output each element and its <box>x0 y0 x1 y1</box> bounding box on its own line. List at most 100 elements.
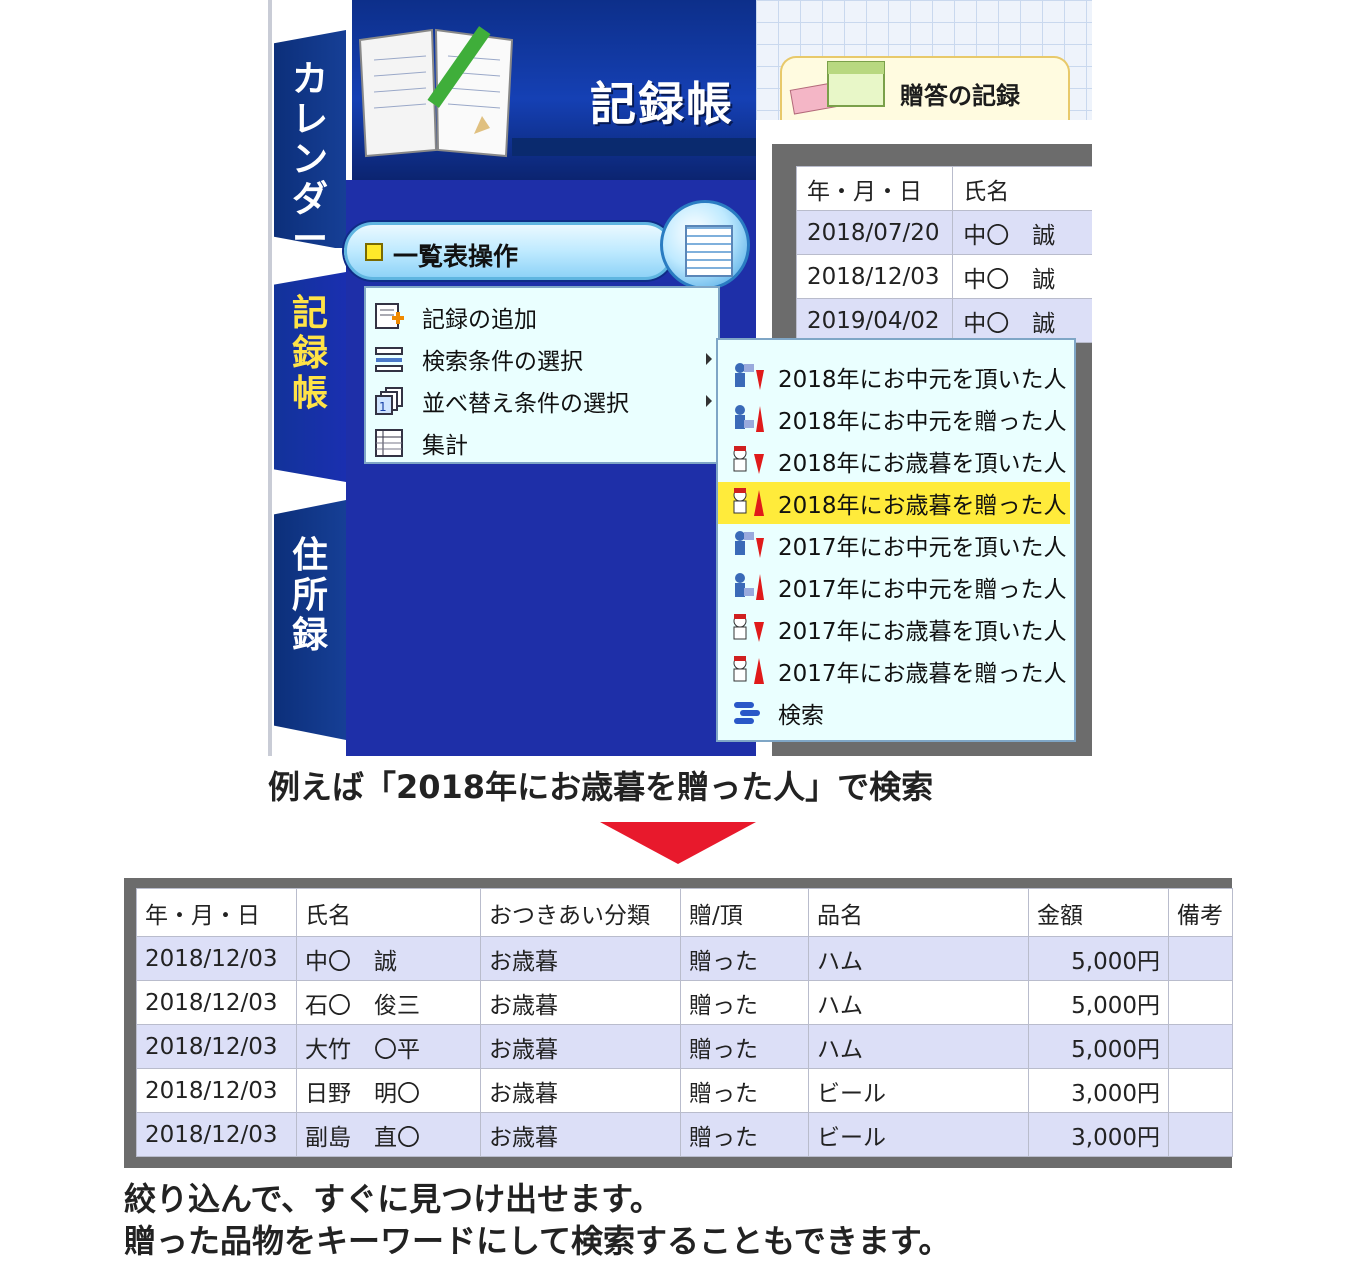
cell-date: 2018/12/03 <box>136 1068 297 1113</box>
cell-amount: 5,000円 <box>1028 980 1169 1025</box>
tab-records-char: 記 <box>291 293 328 334</box>
table-row[interactable]: 2018/12/03 日野 明〇 お歳暮 贈った ビール 3,000円 <box>136 1068 1233 1113</box>
submenu-item-label: 2018年にお歳暮を頂いた人 <box>778 451 1067 477</box>
list-operation-label: 一覧表操作 <box>393 242 519 271</box>
menu-item-sort-condition[interactable]: 1 並べ替え条件の選択 <box>366 380 718 422</box>
cell-name: 大竹 〇平 <box>296 1024 481 1069</box>
menu-item-summary[interactable]: 集計 <box>366 422 718 464</box>
tab-calendar[interactable]: カ レ ン ダ ー <box>274 30 346 250</box>
tab-address-char: 所 <box>291 575 328 616</box>
app-title: 記録帳 <box>590 77 734 131</box>
search-icon <box>734 702 760 724</box>
cell-date: 2018/07/20 <box>795 210 954 255</box>
cell-name: 中〇 誠 <box>952 210 1092 255</box>
submenu-item[interactable]: 2017年にお中元を贈った人 <box>718 566 1074 608</box>
table-row[interactable]: 2018/12/03 副島 直〇 お歳暮 贈った ビール 3,000円 <box>136 1112 1233 1157</box>
column-header-item[interactable]: 品名 <box>808 888 1029 937</box>
operation-menu: 記録の追加 検索条件の選択 1 並べ替え条件の選択 集計 <box>364 286 720 464</box>
summary-icon <box>375 429 403 457</box>
down-arrow-icon <box>600 822 756 864</box>
search-condition-icon <box>375 347 403 372</box>
submenu-item-label: 2017年にお歳暮を頂いた人 <box>778 619 1067 645</box>
submenu-item[interactable]: 2018年にお中元を贈った人 <box>718 398 1074 440</box>
cell-notes <box>1168 936 1233 981</box>
table-row[interactable]: 2019/04/02 中〇 誠 <box>795 298 1092 343</box>
sent-winter-gift-icon <box>733 656 764 684</box>
column-header-amount[interactable]: 金額 <box>1028 888 1169 937</box>
table-header-row: 年・月・日 氏名 おつきあい分類 贈/頂 品名 金額 備考 <box>136 888 1233 937</box>
app-header: 記録帳 <box>352 0 756 180</box>
cell-category: お歳暮 <box>480 936 681 981</box>
cell-amount: 5,000円 <box>1028 1024 1169 1069</box>
tab-address[interactable]: 住 所 録 <box>274 500 346 740</box>
column-header-notes[interactable]: 備考 <box>1168 888 1233 937</box>
cell-category: お歳暮 <box>480 1068 681 1113</box>
cell-direction: 贈った <box>680 1112 809 1157</box>
search-condition-submenu: 2018年にお中元を頂いた人 2018年にお中元を贈った人 2018年にお歳暮を… <box>716 338 1076 742</box>
tab-address-char: 住 <box>291 535 328 576</box>
menu-item-search-condition[interactable]: 検索条件の選択 <box>366 338 718 380</box>
cell-notes <box>1168 1068 1233 1113</box>
cell-date: 2018/12/03 <box>136 936 297 981</box>
app-window: カ レ ン ダ ー 記 録 帳 住 所 録 記録帳 贈答の記録 年・月・日 氏名… <box>268 0 1092 756</box>
cell-item: ビール <box>808 1112 1029 1157</box>
submenu-item[interactable]: 2018年にお歳暮を頂いた人 <box>718 440 1074 482</box>
column-header-name[interactable]: 氏名 <box>296 888 481 937</box>
list-operation-button[interactable]: 一覧表操作 <box>344 222 674 280</box>
feature-caption: 絞り込んで、すぐに見つけ出せます。 贈った品物をキーワードにして検索することもで… <box>124 1178 951 1262</box>
sort-condition-icon: 1 <box>375 387 403 415</box>
result-table: 年・月・日 氏名 おつきあい分類 贈/頂 品名 金額 備考 2018/12/03… <box>136 888 1233 1157</box>
notebook-icon <box>358 26 514 158</box>
submenu-item[interactable]: 2017年にお歳暮を贈った人 <box>718 650 1074 692</box>
submenu-item[interactable]: 2018年にお中元を頂いた人 <box>718 356 1074 398</box>
feature-caption-line: 贈った品物をキーワードにして検索することもできます。 <box>124 1222 951 1260</box>
column-header-name[interactable]: 氏名 <box>952 166 1092 211</box>
cell-item: ハム <box>808 936 1029 981</box>
table-row[interactable]: 2018/07/20 中〇 誠 <box>795 210 1092 255</box>
cell-name: 日野 明〇 <box>296 1068 481 1113</box>
submenu-item-label: 2017年にお中元を贈った人 <box>778 577 1067 603</box>
table-row[interactable]: 2018/12/03 中〇 誠 <box>795 254 1092 299</box>
menu-item-add-record[interactable]: 記録の追加 <box>366 296 718 338</box>
column-header-category[interactable]: おつきあい分類 <box>480 888 681 937</box>
tab-records-char: 録 <box>291 333 328 374</box>
table-row[interactable]: 2018/12/03 中〇 誠 お歳暮 贈った ハム 5,000円 <box>136 936 1233 981</box>
submenu-item-label: 2018年にお歳暮を贈った人 <box>778 493 1067 519</box>
gift-records-tab[interactable]: 贈答の記録 <box>780 56 1070 120</box>
cell-notes <box>1168 1112 1233 1157</box>
submenu-item-search[interactable]: 検索 <box>718 692 1074 734</box>
sent-summer-gift-icon <box>735 573 764 600</box>
cell-name: 中〇 誠 <box>952 254 1092 299</box>
cell-date: 2019/04/02 <box>795 298 954 343</box>
cell-category: お歳暮 <box>480 1112 681 1157</box>
submenu-item[interactable]: 2017年にお歳暮を頂いた人 <box>718 608 1074 650</box>
cell-notes <box>1168 980 1233 1025</box>
gift-box-icon <box>789 61 885 115</box>
cell-direction: 贈った <box>680 980 809 1025</box>
gift-records-tab-label: 贈答の記録 <box>900 82 1020 110</box>
received-winter-gift-icon <box>733 446 764 474</box>
feature-caption-line: 絞り込んで、すぐに見つけ出せます。 <box>124 1180 662 1218</box>
cell-date: 2018/12/03 <box>136 980 297 1025</box>
cell-date: 2018/12/03 <box>136 1112 297 1157</box>
column-header-date[interactable]: 年・月・日 <box>795 166 954 211</box>
cell-date: 2018/12/03 <box>795 254 954 299</box>
submenu-item-selected[interactable]: 2018年にお歳暮を贈った人 <box>718 482 1070 524</box>
cell-name: 副島 直〇 <box>296 1112 481 1157</box>
sent-summer-gift-icon <box>735 405 764 432</box>
submenu-item-label: 2018年にお中元を頂いた人 <box>778 367 1067 393</box>
svg-text:1: 1 <box>379 400 387 414</box>
received-winter-gift-icon <box>733 614 764 642</box>
column-header-direction[interactable]: 贈/頂 <box>680 888 809 937</box>
cell-item: ビール <box>808 1068 1029 1113</box>
tab-records-char: 帳 <box>291 373 328 414</box>
submenu-arrow-icon <box>706 353 712 365</box>
table-row[interactable]: 2018/12/03 大竹 〇平 お歳暮 贈った ハム 5,000円 <box>136 1024 1233 1069</box>
cell-direction: 贈った <box>680 1024 809 1069</box>
menu-item-label: 集計 <box>422 433 468 459</box>
tab-records[interactable]: 記 録 帳 <box>274 272 346 482</box>
column-header-date[interactable]: 年・月・日 <box>136 888 297 937</box>
submenu-item[interactable]: 2017年にお中元を頂いた人 <box>718 524 1074 566</box>
submenu-item-label: 2017年にお歳暮を贈った人 <box>778 661 1067 687</box>
table-row[interactable]: 2018/12/03 石〇 俊三 お歳暮 贈った ハム 5,000円 <box>136 980 1233 1025</box>
